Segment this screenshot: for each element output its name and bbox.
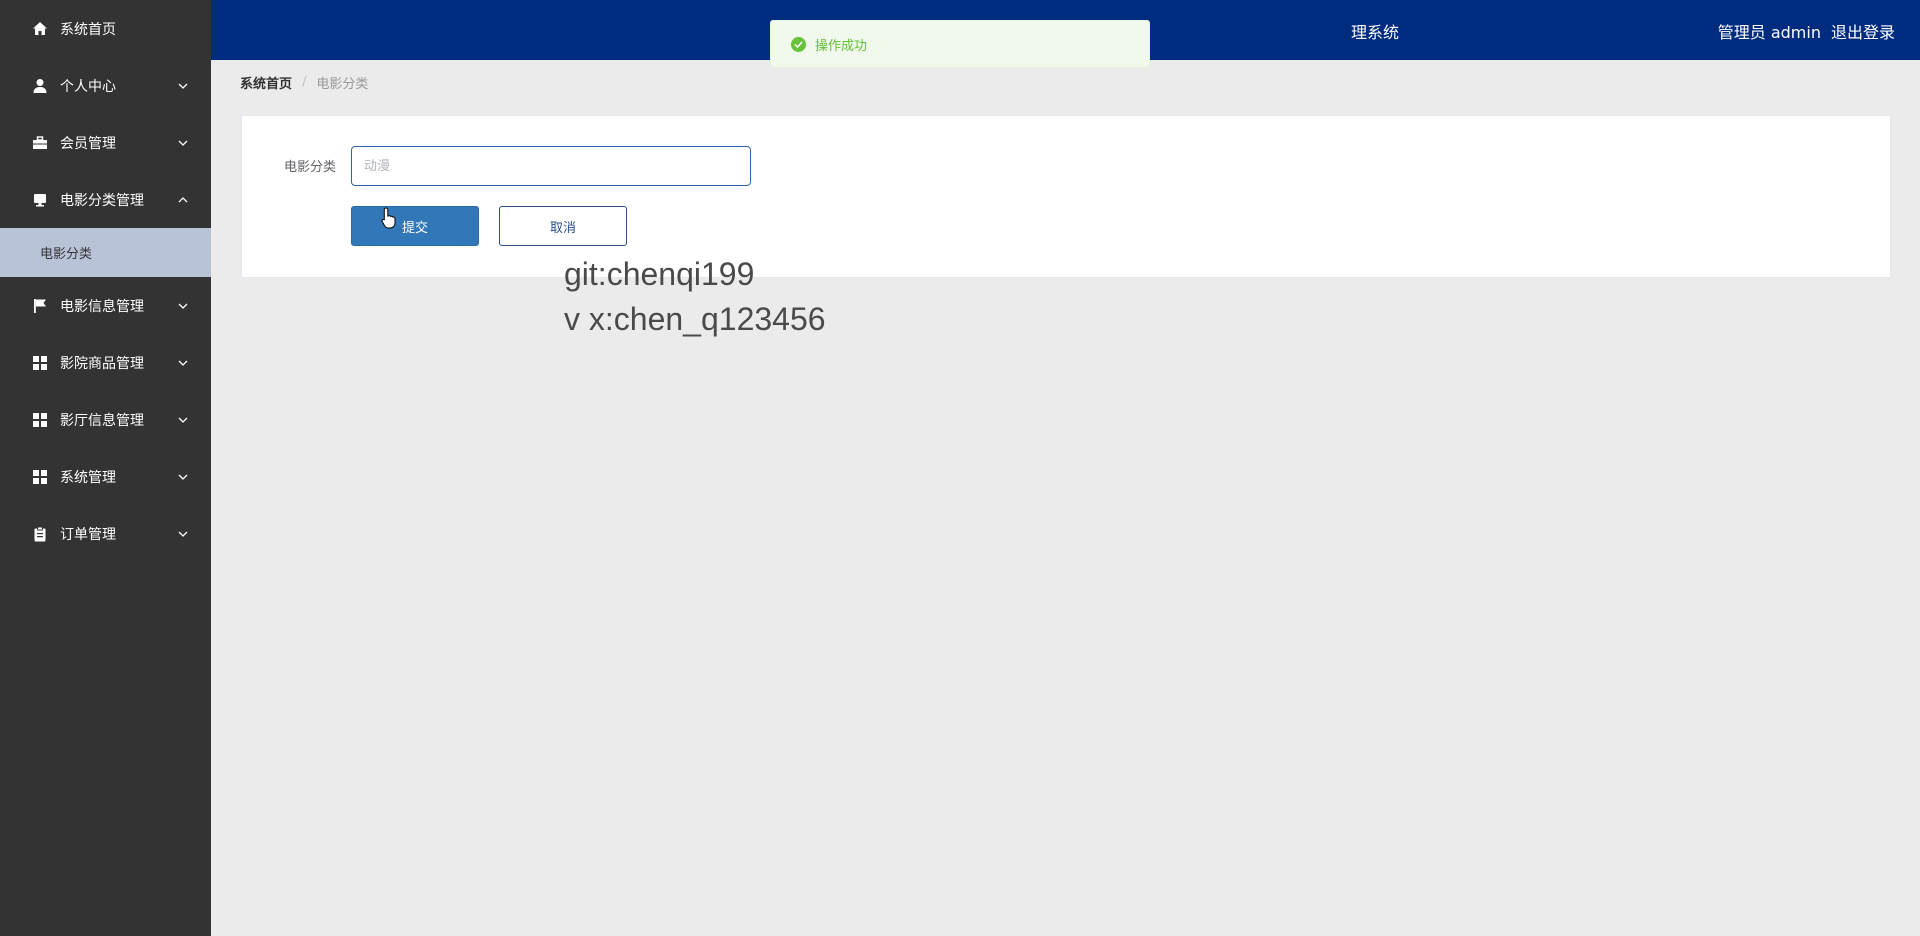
success-toast: 操作成功 [770,20,1150,68]
sidebar-item-movie-category-mgmt[interactable]: 电影分类管理 [0,171,211,228]
chevron-down-icon [177,528,189,540]
flag-icon [31,297,49,315]
sidebar-item-label: 会员管理 [60,135,116,152]
sidebar-item-label: 系统管理 [60,469,116,486]
app-title: 理系统 [1351,23,1400,42]
watermark-line: git:chenqi199 [564,256,755,292]
sidebar-subitem-movie-category[interactable]: 电影分类 [0,228,211,277]
logout-link[interactable]: 退出登录 [1831,19,1895,43]
movie-category-label: 电影分类 [284,160,337,175]
sidebar-item-label: 电影信息管理 [60,298,144,315]
sidebar-item-order-mgmt[interactable]: 订单管理 [0,505,211,562]
movie-category-input[interactable] [351,146,751,186]
sidebar-item-movie-info-mgmt[interactable]: 电影信息管理 [0,277,211,334]
home-icon [31,20,49,38]
form-card [241,115,1891,278]
sidebar-subitem-label: 电影分类 [40,247,93,262]
watermark-text: git:chenqi199 v x:chen_q123456 [564,252,826,342]
sidebar-item-hall-info-mgmt[interactable]: 影厅信息管理 [0,391,211,448]
header-user-area: 管理员 admin 退出登录 [1718,19,1895,43]
clipboard-icon [31,525,49,543]
cancel-button[interactable]: 取消 [499,206,627,246]
sidebar-item-home[interactable]: 系统首页 [0,0,211,57]
sidebar-item-label: 影院商品管理 [60,355,144,372]
briefcase-icon [31,134,49,152]
sidebar-item-members[interactable]: 会员管理 [0,114,211,171]
watermark-line: v x:chen_q123456 [564,301,826,337]
sidebar-item-personal[interactable]: 个人中心 [0,57,211,114]
breadcrumb-home[interactable]: 系统首页 [240,73,292,92]
chevron-down-icon [177,357,189,369]
grid-icon [31,354,49,372]
sidebar-item-label: 影厅信息管理 [60,412,144,429]
sidebar-item-label: 系统首页 [60,21,116,38]
success-check-icon [791,36,806,52]
chevron-down-icon [177,471,189,483]
sidebar-item-label: 电影分类管理 [60,192,144,209]
chevron-down-icon [177,80,189,92]
grid-icon [31,411,49,429]
breadcrumb-current: 电影分类 [316,77,369,92]
breadcrumb: 系统首页 / 电影分类 [240,73,368,92]
chevron-up-icon [177,194,189,206]
sidebar-item-label: 订单管理 [60,526,116,543]
user-icon [31,77,49,95]
toast-message: 操作成功 [815,38,868,54]
chevron-down-icon [177,300,189,312]
monitor-icon [31,191,49,209]
hand-pointer-cursor-icon [381,207,396,229]
submit-button[interactable]: 提交 [351,206,479,246]
chevron-down-icon [177,137,189,149]
sidebar-item-system-mgmt[interactable]: 系统管理 [0,448,211,505]
current-user-label: 管理员 admin [1717,23,1821,42]
sidebar: 系统首页 个人中心 会员管理 电影分类管理 电影分类 电影信息管理 影院商品管理… [0,0,211,936]
chevron-down-icon [177,414,189,426]
grid-icon [31,468,49,486]
breadcrumb-separator: / [302,75,307,90]
sidebar-item-cinema-goods-mgmt[interactable]: 影院商品管理 [0,334,211,391]
sidebar-item-label: 个人中心 [60,78,116,95]
